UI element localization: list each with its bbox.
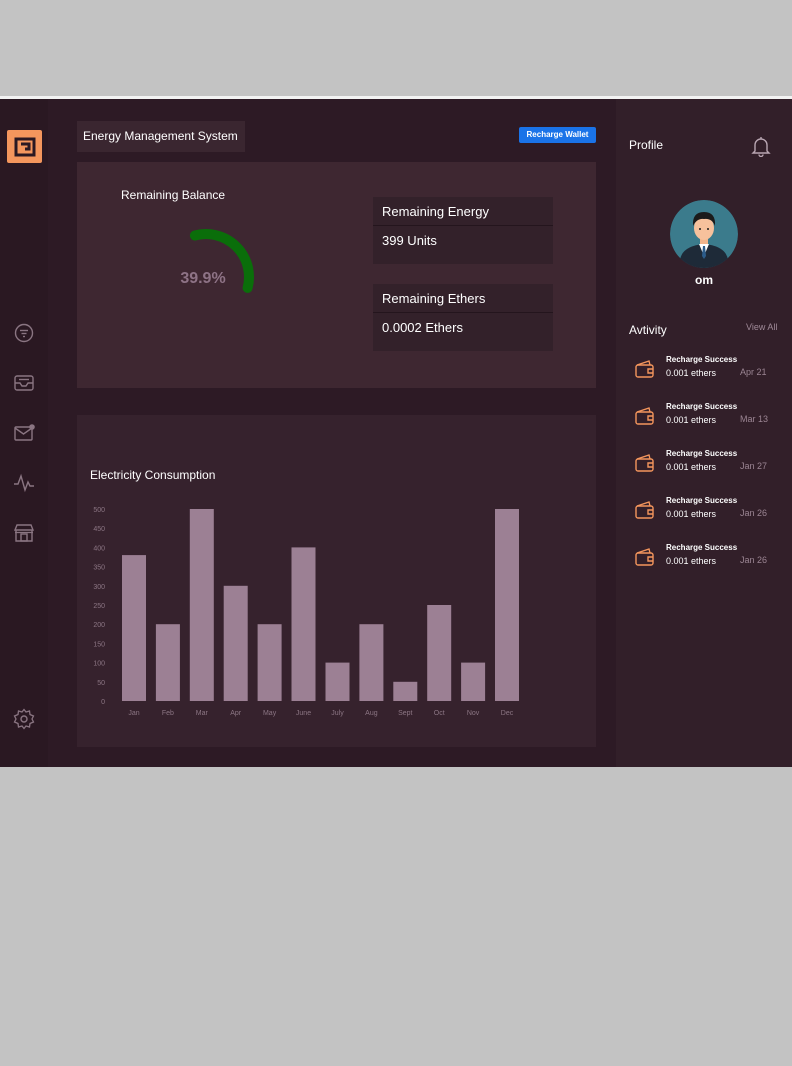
y-tick-label: 100	[93, 661, 105, 668]
x-tick-label: Dec	[501, 710, 514, 717]
bar-feb[interactable]	[155, 624, 180, 701]
x-tick-label: Apr	[230, 710, 242, 717]
bar-apr[interactable]	[223, 585, 248, 701]
activity-amount: 0.001 ethers	[666, 556, 717, 566]
x-tick-label: June	[296, 710, 311, 717]
avatar[interactable]	[670, 200, 738, 268]
mail-icon[interactable]	[12, 421, 36, 445]
balance-card: Remaining Balance 39.9% Remaining Energy…	[77, 162, 596, 388]
bar-sept[interactable]	[393, 681, 418, 701]
x-tick-label: May	[263, 710, 277, 717]
activity-label: Avtivity	[629, 323, 667, 337]
remaining-ethers-title: Remaining Ethers	[373, 284, 553, 313]
balance-percent: 39.9%	[180, 270, 226, 287]
activity-item[interactable]: Recharge Success 0.001 ethers Jan 26	[634, 496, 784, 526]
activity-item[interactable]: Recharge Success 0.001 ethers Jan 27	[634, 449, 784, 479]
activity-title: Recharge Success	[666, 355, 738, 364]
username: om	[695, 273, 713, 287]
app-logo[interactable]	[7, 130, 42, 163]
y-tick-label: 500	[93, 507, 105, 514]
x-tick-label: July	[331, 710, 344, 717]
page-title: Energy Management System	[77, 121, 245, 152]
remaining-energy-value: 399 Units	[382, 233, 437, 248]
x-tick-label: Aug	[365, 710, 378, 717]
wallet-icon	[635, 360, 654, 378]
y-tick-label: 0	[101, 699, 105, 706]
x-tick-label: Sept	[398, 710, 412, 717]
remaining-balance-label: Remaining Balance	[121, 188, 226, 202]
x-tick-label: Jan	[128, 710, 139, 717]
bar-nov[interactable]	[461, 662, 486, 701]
bar-jan[interactable]	[122, 555, 146, 701]
filter-icon[interactable]	[12, 321, 36, 345]
wallet-icon	[635, 548, 654, 566]
profile-label: Profile	[629, 138, 664, 152]
y-tick-label: 50	[97, 680, 105, 687]
main-content: Energy Management System Recharge Wallet…	[48, 99, 616, 767]
remaining-ethers-card: Remaining Ethers 0.0002 Ethers	[373, 284, 553, 351]
x-tick-label: Mar	[196, 710, 209, 717]
y-tick-label: 250	[93, 603, 105, 610]
x-tick-label: Oct	[434, 710, 445, 717]
activity-title: Recharge Success	[666, 449, 738, 458]
remaining-ethers-value: 0.0002 Ethers	[382, 320, 463, 335]
chart-title: Electricity Consumption	[90, 468, 216, 482]
activity-title: Recharge Success	[666, 402, 738, 411]
consumption-bar-chart: 0 50 100 150 200 250 300 350 400 450 500 Jan Feb Mar A…	[93, 507, 519, 717]
recharge-wallet-button[interactable]: Recharge Wallet	[519, 127, 596, 143]
bar-dec[interactable]	[495, 509, 519, 701]
bar-aug[interactable]	[359, 624, 384, 701]
activity-item[interactable]: Recharge Success 0.001 ethers Jan 26	[634, 543, 784, 573]
settings-icon[interactable]	[12, 707, 36, 731]
y-tick-label: 350	[93, 565, 105, 572]
logo-icon	[14, 137, 35, 156]
activity-date: Apr 21	[740, 367, 767, 377]
bar-oct[interactable]	[427, 605, 452, 701]
store-icon[interactable]	[12, 521, 36, 545]
activity-amount: 0.001 ethers	[666, 415, 717, 425]
y-tick-label: 450	[93, 526, 105, 533]
remaining-energy-card: Remaining Energy 399 Units	[373, 197, 553, 264]
activity-title: Recharge Success	[666, 496, 738, 505]
activity-item[interactable]: Recharge Success 0.001 ethers Apr 21	[634, 355, 784, 385]
y-tick-label: 150	[93, 641, 105, 648]
activity-date: Jan 26	[740, 508, 768, 518]
activity-icon[interactable]	[12, 471, 36, 495]
y-tick-label: 200	[93, 622, 105, 629]
x-tick-label: Nov	[467, 710, 480, 717]
bar-mar[interactable]	[189, 509, 214, 701]
y-tick-label: 400	[93, 545, 105, 552]
activity-date: Jan 26	[740, 555, 768, 565]
bell-icon[interactable]	[750, 135, 772, 158]
activity-date: Jan 27	[740, 461, 768, 471]
right-panel: Profile om Avtivity View All Recharge Su…	[616, 99, 792, 767]
activity-title: Recharge Success	[666, 543, 738, 552]
bar-july[interactable]	[325, 662, 350, 701]
bar-may[interactable]	[257, 624, 282, 701]
activity-item[interactable]: Recharge Success 0.001 ethers Mar 13	[634, 402, 784, 432]
wallet-icon	[635, 407, 654, 425]
view-all-link[interactable]: View All	[746, 322, 777, 332]
activity-amount: 0.001 ethers	[666, 509, 717, 519]
wallet-icon	[635, 454, 654, 472]
y-tick-label: 300	[93, 584, 105, 591]
bar-june[interactable]	[291, 547, 316, 701]
wallet-icon	[635, 501, 654, 519]
consumption-chart-card: Electricity Consumption 0 50 100 150 200 250 3…	[77, 415, 596, 747]
sidebar	[0, 99, 48, 767]
inbox-icon[interactable]	[12, 371, 36, 395]
activity-date: Mar 13	[740, 414, 769, 424]
x-tick-label: Feb	[162, 710, 174, 717]
activity-amount: 0.001 ethers	[666, 462, 717, 472]
activity-amount: 0.001 ethers	[666, 368, 717, 378]
app-window: Energy Management System Recharge Wallet…	[0, 99, 792, 767]
remaining-energy-title: Remaining Energy	[373, 197, 553, 226]
